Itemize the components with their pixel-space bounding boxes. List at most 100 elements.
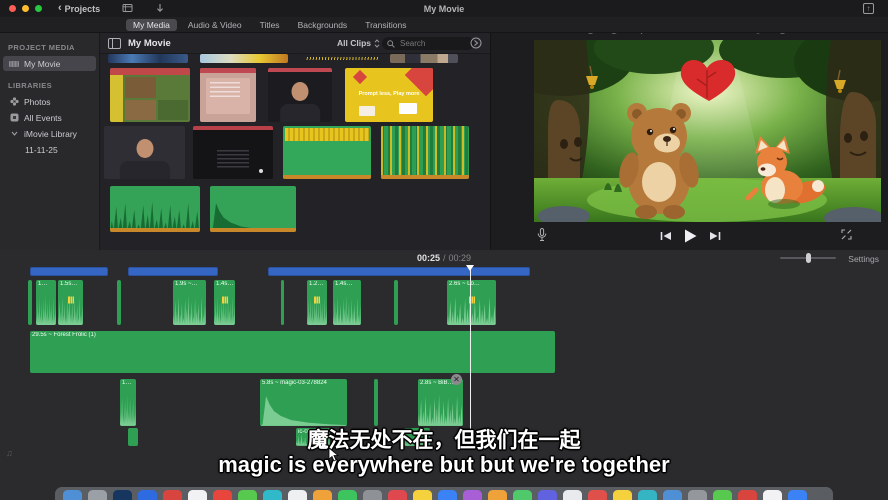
audio-badge-icon [222,297,228,304]
fx-clips-clip[interactable]: 1… [120,379,136,426]
media-thumbnail-man-dark[interactable] [268,68,332,122]
fx-clips-clip[interactable] [374,379,378,426]
overlay-clips-clip[interactable]: 1… [36,280,56,325]
skip-forward-button[interactable] [709,231,721,241]
viewer-pane: Reset All [490,16,888,250]
dock-app-icon[interactable] [688,490,707,500]
updown-chevron-icon [374,39,380,48]
overlay-clips-clip[interactable]: 1.2… [307,280,327,325]
tab-backgrounds[interactable]: Backgrounds [291,19,355,31]
clip-label: 1… [38,281,54,287]
dock-app-icon[interactable] [113,490,132,500]
dock-app-icon[interactable] [613,490,632,500]
clips-filter-dropdown[interactable]: All Clips [337,38,380,48]
dock-app-icon[interactable] [738,490,757,500]
dock-app-icon[interactable] [63,490,82,500]
dock-app-icon[interactable] [488,490,507,500]
sidebar-item-all-events[interactable]: All Events [3,110,96,125]
tab-titles[interactable]: Titles [253,19,287,31]
media-thumbnail-doc-pink[interactable] [200,68,256,122]
clip-label: 1… [122,380,134,386]
dock-app-icon[interactable] [413,490,432,500]
media-thumbnail-strip-bluegold[interactable] [200,54,288,63]
play-button[interactable] [684,229,697,243]
audio-badge-icon [314,297,320,304]
overlay-clips-clip[interactable]: 1.4s… [214,280,235,325]
dock-app-icon[interactable] [238,490,257,500]
fx-clips-clip[interactable]: 5.8s ~ magic-03-278824 [260,379,347,426]
dock-app-icon[interactable] [513,490,532,500]
dock-app-icon[interactable] [763,490,782,500]
overlay-clips-clip[interactable]: 1.9s ~… [173,280,206,325]
dock-app-icon[interactable] [588,490,607,500]
overlay-clips-clip[interactable] [281,280,284,325]
preview-scene [534,40,881,222]
dock-app-icon[interactable] [463,490,482,500]
media-thumbnail-bear-collage[interactable] [110,68,190,122]
subtitle-line-chinese: 魔法无处不在，但我们在一起 [0,424,888,454]
search-field[interactable] [382,37,474,50]
all-events-icon [9,113,19,122]
dock-app-icon[interactable] [338,490,357,500]
sidebar-item-photos[interactable]: Photos [3,94,96,109]
dock-app-icon[interactable] [138,490,157,500]
media-thumbnail-green-spikes[interactable] [381,126,469,179]
advanced-search-icon[interactable] [470,37,482,49]
remove-clip-button[interactable]: ✕ [451,374,462,385]
sidebar-item-imovie-library[interactable]: iMovie Library [3,126,96,141]
sidebar-item-11-11-25[interactable]: 11-11-25 [3,142,96,157]
macos-dock [55,487,833,500]
sidebar-toggle-icon[interactable] [108,38,121,49]
title-clip[interactable] [30,267,108,276]
dock-app-icon[interactable] [163,490,182,500]
overlay-clips-clip[interactable] [117,280,121,325]
title-clip[interactable] [128,267,218,276]
media-thumbnail-green-yellowband[interactable] [283,126,371,179]
overlay-clips-clip[interactable]: 1.5s… [58,280,83,325]
dock-app-icon[interactable] [213,490,232,500]
media-thumbnail-strip-blue[interactable] [108,54,188,63]
sidebar-item-my-movie[interactable]: My Movie [3,56,96,71]
dock-app-icon[interactable] [388,490,407,500]
subtitle-line-english: magic is everywhere but but we're togeth… [0,452,888,478]
library-list: PhotosAll EventsiMovie Library11-11-25 [0,94,99,157]
fullscreen-icon[interactable] [841,229,852,240]
media-thumbnail-promo[interactable]: Prompt less, Play more [345,68,433,122]
media-thumbnail-man-webcam[interactable] [104,126,185,179]
title-clip[interactable] [268,267,530,276]
overlay-clips-clip[interactable] [28,280,32,325]
skip-back-button[interactable] [660,231,672,241]
browser-header: My Movie All Clips [100,33,490,54]
dock-app-icon[interactable] [288,490,307,500]
media-thumbnail-terminal[interactable] [193,126,273,179]
dock-app-icon[interactable] [538,490,557,500]
tab-my-media[interactable]: My Media [126,19,177,31]
dock-app-icon[interactable] [663,490,682,500]
playhead[interactable] [470,266,471,446]
overlay-clips-clip[interactable] [394,280,398,325]
tab-transitions[interactable]: Transitions [358,19,413,31]
fx-clips-clip[interactable]: 2.8s ~ BiB… [418,379,463,426]
dock-app-icon[interactable] [263,490,282,500]
dock-app-icon[interactable] [438,490,457,500]
media-browser-grid: Prompt less, Play more [100,54,490,250]
dock-app-icon[interactable] [313,490,332,500]
dock-app-icon[interactable] [563,490,582,500]
dock-app-icon[interactable] [638,490,657,500]
overlay-clips-clip[interactable]: 2.6s ~ Lo… [447,280,496,325]
search-input[interactable] [398,38,468,49]
media-thumbnail-strip-photos[interactable] [390,54,458,63]
overlay-clips-clip[interactable]: 1.4s… [333,280,361,325]
share-icon[interactable]: ↑ [863,3,874,14]
music-track-clip[interactable]: 29.5s ~ Forest Frolic (1) [30,331,555,373]
tab-audio-video[interactable]: Audio & Video [181,19,249,31]
dock-app-icon[interactable] [88,490,107,500]
dock-app-icon[interactable] [363,490,382,500]
media-thumbnail-audio-decay[interactable] [210,186,296,232]
media-thumbnail-strip-dark[interactable] [298,54,385,63]
media-thumbnail-audio-wave[interactable] [110,186,200,232]
tab-bar: My Media Audio & Video Titles BackgroundsTr… [126,17,413,33]
dock-app-icon[interactable] [788,490,807,500]
dock-app-icon[interactable] [188,490,207,500]
dock-app-icon[interactable] [713,490,732,500]
